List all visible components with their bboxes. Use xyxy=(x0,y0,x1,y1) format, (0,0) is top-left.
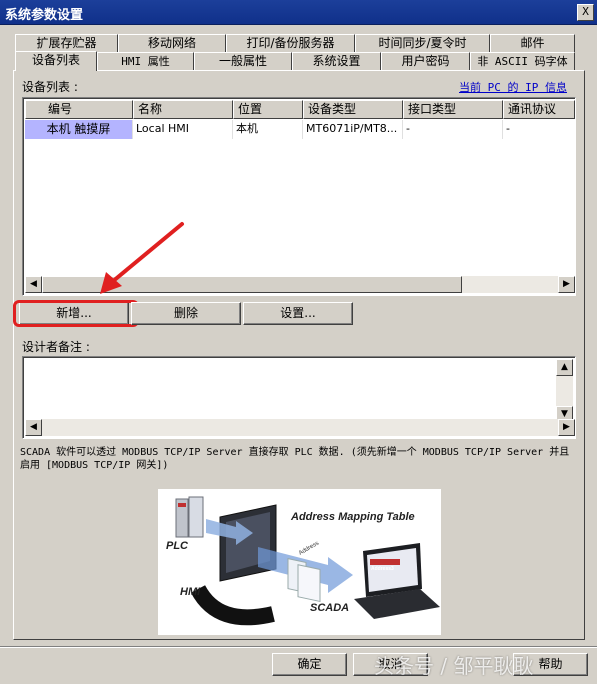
cell-device-type: MT6071iP/MT8... xyxy=(303,120,403,139)
cell-protocol: - xyxy=(506,122,510,135)
hmi-monitor-icon xyxy=(219,504,277,582)
scada-diagram: PLC HMI Address Address Mapping Table Ad… xyxy=(158,489,441,635)
diagram-hmi-label: HMI xyxy=(180,586,201,598)
horizontal-scrollbar[interactable]: ◀ ▶ xyxy=(25,276,575,293)
notes-scroll-right-icon[interactable]: ▶ xyxy=(558,419,575,436)
device-list-label: 设备列表 : xyxy=(22,80,78,94)
diagram-scada-label: SCADA xyxy=(310,602,349,614)
designer-notes-field[interactable]: ▲ ▼ ◀ ▶ xyxy=(22,356,576,439)
diagram-address-mapping-label: Address Mapping Table xyxy=(290,511,415,523)
diagram-plc-label: PLC xyxy=(166,540,189,552)
delete-button[interactable]: 删除 xyxy=(131,302,241,325)
plc-device-icon xyxy=(175,496,204,538)
watermark-text: 头条号 / 邹平耿耿 xyxy=(374,654,534,678)
settings-button[interactable]: 设置... xyxy=(243,302,353,325)
ok-button[interactable]: 确定 xyxy=(272,653,347,676)
table-row[interactable]: 本机 触摸屏 Local HMI 本机 MT6071iP/MT8... - - xyxy=(25,120,575,139)
column-header-name[interactable]: 名称 xyxy=(133,100,233,119)
device-list-view[interactable]: 编号 名称 位置 设备类型 接口类型 通讯协议 本机 触摸屏 Local HMI… xyxy=(22,97,576,296)
scada-note: SCADA 软件可以透过 MODBUS TCP/IP Server 直接存取 P… xyxy=(20,447,570,471)
column-header-device-type[interactable]: 设备类型 xyxy=(303,100,403,119)
notes-horizontal-scrollbar[interactable]: ◀ ▶ xyxy=(25,419,575,436)
scroll-up-icon[interactable]: ▲ xyxy=(556,359,573,376)
column-header-number[interactable]: 编号 xyxy=(25,100,133,119)
column-header-protocol[interactable]: 通讯协议 xyxy=(503,100,575,119)
column-header-location[interactable]: 位置 xyxy=(233,100,303,119)
highlight-ring xyxy=(13,300,139,327)
designer-notes-label: 设计者备注 : xyxy=(22,340,90,354)
notes-scroll-left-icon[interactable]: ◀ xyxy=(25,419,42,436)
cell-name: Local HMI xyxy=(133,120,233,139)
cell-location: 本机 xyxy=(233,120,303,139)
footer-divider xyxy=(0,646,597,648)
scroll-thumb[interactable] xyxy=(42,276,462,293)
cell-interface-type: - xyxy=(403,120,503,139)
cell-number: 本机 触摸屏 xyxy=(25,120,133,139)
pc-ip-info-link[interactable]: 当前 PC 的 IP 信息 xyxy=(459,79,567,95)
scroll-left-icon[interactable]: ◀ xyxy=(25,276,42,293)
scroll-right-icon[interactable]: ▶ xyxy=(558,276,575,293)
column-header-interface-type[interactable]: 接口类型 xyxy=(403,100,503,119)
device-list-header: 编号 名称 位置 设备类型 接口类型 通讯协议 xyxy=(25,100,575,119)
diagram-screen-tag: Address3 xyxy=(371,566,394,572)
notes-vertical-scrollbar[interactable]: ▲ ▼ xyxy=(556,359,573,423)
